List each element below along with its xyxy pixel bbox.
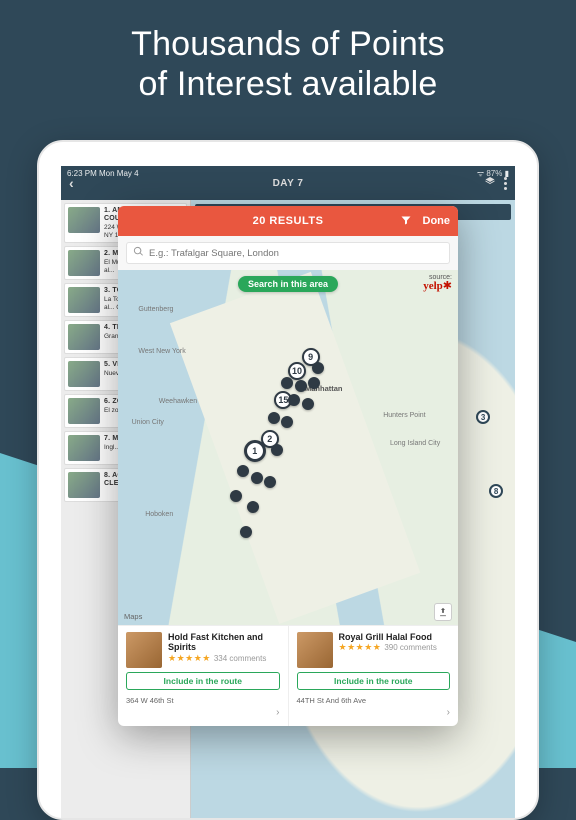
status-battery: ᯤ 87% ▮: [477, 168, 509, 179]
map-label: Union City: [132, 419, 164, 426]
map-pin[interactable]: [247, 501, 259, 513]
ios-statusbar: 6:23 PM Mon May 4 ᯤ 87% ▮: [61, 166, 515, 180]
map-pin[interactable]: [251, 472, 263, 484]
include-route-button[interactable]: Include in the route: [126, 672, 280, 690]
result-address: 364 W 46th St: [126, 696, 280, 705]
map-label: Long Island City: [390, 440, 440, 447]
map-label: West New York: [138, 348, 185, 355]
result-card[interactable]: Royal Grill Halal Food ★★★★★390 comments…: [289, 626, 459, 726]
result-address: 44TH St And 6th Ave: [297, 696, 451, 705]
map-label: Weehawken: [159, 398, 197, 405]
include-route-button[interactable]: Include in the route: [297, 672, 451, 690]
map-pin[interactable]: [312, 362, 324, 374]
map-label: Hunters Point: [383, 412, 425, 419]
result-title: Royal Grill Halal Food: [339, 632, 451, 642]
map-label: Guttenberg: [138, 306, 173, 313]
ipad-screen: ‹ DAY 7 6:23 PM Mon May 4 ᯤ 87% ▮ 1. AMS…: [61, 166, 515, 818]
map-pin[interactable]: [281, 377, 293, 389]
search-input[interactable]: [149, 248, 443, 259]
search-area-button[interactable]: Search in this area: [238, 276, 338, 292]
status-time: 6:23 PM Mon May 4: [67, 169, 139, 178]
result-photo: [126, 632, 162, 668]
done-button[interactable]: Done: [423, 215, 451, 227]
result-cards: Hold Fast Kitchen and Spirits ★★★★★334 c…: [118, 625, 458, 726]
modal-title: 20 RESULTS: [253, 215, 324, 227]
chevron-right-icon[interactable]: ›: [126, 707, 280, 718]
map-pin[interactable]: [308, 377, 320, 389]
result-title: Hold Fast Kitchen and Spirits: [168, 632, 280, 653]
search-bar: [118, 236, 458, 270]
search-results-modal: 20 RESULTS Done: [61, 206, 515, 818]
search-icon: [133, 244, 144, 262]
result-card[interactable]: Hold Fast Kitchen and Spirits ★★★★★334 c…: [118, 626, 289, 726]
chevron-right-icon[interactable]: ›: [297, 707, 451, 718]
result-photo: [297, 632, 333, 668]
map-pin[interactable]: [264, 476, 276, 488]
map-pin[interactable]: [281, 416, 293, 428]
modal-map[interactable]: Search in this area source:yelp✱ Guttenb…: [118, 270, 458, 625]
ipad-frame: ‹ DAY 7 6:23 PM Mon May 4 ᯤ 87% ▮ 1. AMS…: [37, 140, 539, 820]
map-pin[interactable]: [240, 526, 252, 538]
modal-header: 20 RESULTS Done: [118, 206, 458, 236]
map-pin[interactable]: [271, 444, 283, 456]
result-rating: ★★★★★390 comments: [339, 642, 451, 653]
yelp-attribution: source:yelp✱: [423, 274, 452, 292]
headline-line2: of Interest available: [138, 65, 437, 103]
apple-maps-attribution: Maps: [124, 612, 142, 621]
marketing-headline: Thousands of Points of Interest availabl…: [0, 0, 576, 116]
map-pin[interactable]: [268, 412, 280, 424]
result-rating: ★★★★★334 comments: [168, 653, 280, 664]
map-pin[interactable]: [295, 380, 307, 392]
share-icon[interactable]: [434, 603, 452, 621]
filter-icon[interactable]: [400, 214, 412, 229]
map-pin[interactable]: [302, 398, 314, 410]
map-label: Hoboken: [145, 511, 173, 518]
headline-line1: Thousands of Points: [131, 25, 445, 63]
